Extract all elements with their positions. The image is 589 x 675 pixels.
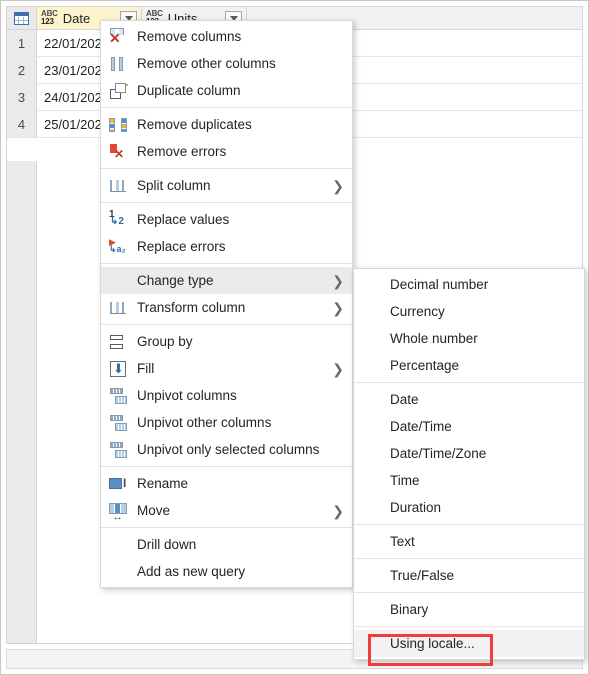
menu-separator: [101, 324, 352, 325]
unpivot-selected-icon: [108, 441, 130, 459]
column-context-menu: Remove columns Remove other columns Dupl…: [100, 20, 353, 588]
replace-errors-icon: [108, 238, 130, 256]
row-header-filler: [7, 161, 37, 643]
submenu-item-time[interactable]: Time: [354, 467, 584, 494]
submenu-separator: [354, 558, 584, 559]
menu-item-label: Unpivot other columns: [137, 415, 272, 430]
menu-item-change-type[interactable]: Change type ❯: [101, 267, 352, 294]
menu-item-replace-values[interactable]: Replace values: [101, 206, 352, 233]
menu-item-label: Replace values: [137, 212, 230, 227]
submenu-item-date-time-zone[interactable]: Date/Time/Zone: [354, 440, 584, 467]
menu-item-label: Rename: [137, 476, 189, 491]
menu-item-duplicate-column[interactable]: Duplicate column: [101, 77, 352, 104]
menu-item-label: Remove other columns: [137, 56, 276, 71]
submenu-item-text[interactable]: Text: [354, 528, 584, 555]
split-column-icon: [108, 177, 130, 195]
menu-item-unpivot-only-selected-columns[interactable]: Unpivot only selected columns: [101, 436, 352, 463]
abc123-icon: ABC 123: [41, 10, 58, 26]
submenu-item-using-locale[interactable]: Using locale...: [354, 630, 584, 657]
remove-columns-icon: [108, 27, 130, 46]
submenu-item-date-time[interactable]: Date/Time: [354, 413, 584, 440]
submenu-separator: [354, 524, 584, 525]
chevron-right-icon: ❯: [332, 360, 344, 377]
menu-separator: [101, 168, 352, 169]
submenu-item-duration[interactable]: Duration: [354, 494, 584, 521]
menu-item-move[interactable]: Move ❯: [101, 497, 352, 524]
chevron-right-icon: ❯: [332, 299, 344, 316]
remove-other-columns-icon: [108, 55, 130, 73]
replace-values-icon: [108, 210, 130, 229]
group-by-icon: [108, 333, 130, 351]
menu-item-label: Remove duplicates: [137, 117, 252, 132]
menu-item-label: Transform column: [137, 300, 246, 315]
row-number: 4: [7, 111, 37, 137]
submenu-separator: [354, 382, 584, 383]
menu-item-label: Split column: [137, 178, 211, 193]
menu-item-remove-other-columns[interactable]: Remove other columns: [101, 50, 352, 77]
menu-item-label: Group by: [137, 334, 193, 349]
menu-item-label: Replace errors: [137, 239, 226, 254]
remove-errors-icon: [108, 143, 130, 161]
menu-item-label: Fill: [137, 361, 155, 376]
menu-item-label: Move: [137, 503, 171, 518]
menu-item-fill[interactable]: Fill ❯: [101, 355, 352, 382]
table-icon: [14, 11, 29, 25]
menu-item-transform-column[interactable]: Transform column ❯: [101, 294, 352, 321]
add-as-new-query-icon: [108, 563, 130, 581]
drill-down-icon: [108, 536, 130, 554]
menu-item-add-as-new-query[interactable]: Add as new query: [101, 558, 352, 585]
menu-item-label: Drill down: [137, 537, 197, 552]
menu-item-label: Unpivot only selected columns: [137, 442, 320, 457]
menu-item-remove-duplicates[interactable]: Remove duplicates: [101, 111, 352, 138]
column-type-icon-bottom: 123: [41, 17, 54, 26]
remove-duplicates-icon: [108, 116, 130, 134]
menu-separator: [101, 466, 352, 467]
chevron-right-icon: ❯: [332, 272, 344, 289]
menu-separator: [101, 107, 352, 108]
menu-item-label: Remove columns: [137, 29, 242, 44]
grid-corner-button[interactable]: [7, 7, 37, 29]
menu-item-label: Remove errors: [137, 144, 227, 159]
move-icon: [108, 502, 130, 523]
submenu-item-percentage[interactable]: Percentage: [354, 352, 584, 379]
menu-item-replace-errors[interactable]: Replace errors: [101, 233, 352, 260]
submenu-item-true-false[interactable]: True/False: [354, 562, 584, 589]
menu-item-drill-down[interactable]: Drill down: [101, 531, 352, 558]
submenu-item-binary[interactable]: Binary: [354, 596, 584, 623]
row-number: 1: [7, 30, 37, 56]
unpivot-other-columns-icon: [108, 414, 130, 432]
menu-item-split-column[interactable]: Split column ❯: [101, 172, 352, 199]
menu-separator: [101, 202, 352, 203]
menu-item-unpivot-other-columns[interactable]: Unpivot other columns: [101, 409, 352, 436]
menu-item-remove-columns[interactable]: Remove columns: [101, 23, 352, 50]
menu-item-label: Change type: [137, 273, 214, 288]
transform-column-icon: [108, 299, 130, 317]
row-number: 3: [7, 84, 37, 110]
power-query-editor-window: ABC 123 Date ABC 123 Units: [0, 0, 589, 675]
submenu-separator: [354, 592, 584, 593]
change-type-submenu: Decimal number Currency Whole number Per…: [353, 268, 585, 660]
unpivot-columns-icon: [108, 387, 130, 405]
submenu-item-date[interactable]: Date: [354, 386, 584, 413]
menu-item-group-by[interactable]: Group by: [101, 328, 352, 355]
rename-icon: [108, 475, 130, 493]
menu-separator: [101, 527, 352, 528]
submenu-item-currency[interactable]: Currency: [354, 298, 584, 325]
menu-item-label: Duplicate column: [137, 83, 241, 98]
menu-item-label: Unpivot columns: [137, 388, 237, 403]
change-type-icon: [108, 272, 130, 290]
submenu-separator: [354, 626, 584, 627]
menu-separator: [101, 263, 352, 264]
row-number: 2: [7, 57, 37, 83]
menu-item-rename[interactable]: Rename: [101, 470, 352, 497]
fill-icon: [108, 360, 130, 378]
submenu-item-decimal-number[interactable]: Decimal number: [354, 271, 584, 298]
chevron-right-icon: ❯: [332, 502, 344, 519]
menu-item-label: Add as new query: [137, 564, 246, 579]
duplicate-column-icon: [108, 82, 130, 100]
submenu-item-whole-number[interactable]: Whole number: [354, 325, 584, 352]
menu-item-unpivot-columns[interactable]: Unpivot columns: [101, 382, 352, 409]
menu-item-remove-errors[interactable]: Remove errors: [101, 138, 352, 165]
chevron-right-icon: ❯: [332, 177, 344, 194]
